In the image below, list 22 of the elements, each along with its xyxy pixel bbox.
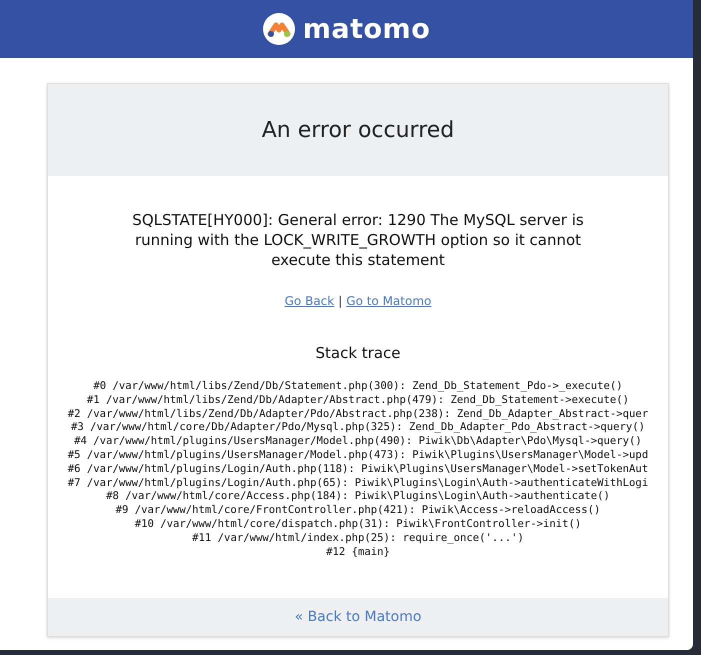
stack-trace-line: #2 /var/www/html/libs/Zend/Db/Adapter/Pdo/Abstract.php(238): Zend_Db_Adapter_Abstract->quer — [68, 408, 648, 420]
stack-trace-line: #12 {main} — [326, 546, 390, 558]
stack-trace-title: Stack trace — [315, 344, 400, 362]
stack-trace-line: #4 /var/www/html/plugins/UsersManager/Model.php(490): Piwik\Db\Adapter\Pdo\Mysql->query() — [74, 435, 642, 448]
error-title: An error occurred — [262, 118, 454, 142]
stack-trace-line: #1 /var/www/html/libs/Zend/Db/Adapter/Abstract.php(479): Zend_Db_Statement->execute() — [86, 394, 630, 406]
stack-trace-line: #8 /var/www/html/core/Access.php(184): Piwik\Plugins\Login\Auth->authenticate() — [106, 490, 610, 502]
stack-trace-line: #3 /var/www/html/core/Db/Adapter/Pdo/Mysql.php(325): Zend_Db_Adapter_Pdo_Abstract->query() — [70, 421, 646, 434]
nav-link[interactable]: Go to Matomo — [346, 294, 432, 308]
stack-trace-line: #7 /var/www/html/plugins/Login/Auth.php(65): Piwik\Plugins\Login\Auth->authenticateWithLogi — [68, 476, 648, 489]
link-separator: | — [338, 294, 342, 308]
stack-trace-line: #6 /var/www/html/plugins/Login/Auth.php(118): Piwik\Plugins\UsersManager\Model->setTokenAut — [68, 462, 648, 475]
stack-trace-line: #5 /var/www/html/plugins/UsersManager/Model.php(473): Piwik\Plugins\UsersManager\Model->upd — [68, 448, 648, 461]
stack-trace-line: #0 /var/www/html/libs/Zend/Db/Statement.php(300): Zend_Db_Statement_Pdo->_execute() — [93, 380, 623, 392]
brand-name: matomo — [302, 14, 430, 44]
back-link[interactable]: « Back to Matomo — [294, 609, 422, 625]
stack-trace-line: #9 /var/www/html/core/FrontController.php(421): Piwik\Access->reloadAccess() — [116, 504, 600, 516]
stack-trace-line: #11 /var/www/html/index.php(25): require_once('...') — [192, 532, 524, 544]
error-message: SQLSTATE[HY000]: General error: 1290 The MySQL server is running with the LOCK_WRITE_GROWTH option so it cannot execute this statement — [131, 210, 585, 270]
logo-icon — [262, 13, 295, 45]
stack-trace-line: #10 /var/www/html/core/dispatch.php(31): Piwik\FrontController->init() — [134, 518, 582, 530]
nav-link[interactable]: Go Back — [284, 294, 334, 308]
